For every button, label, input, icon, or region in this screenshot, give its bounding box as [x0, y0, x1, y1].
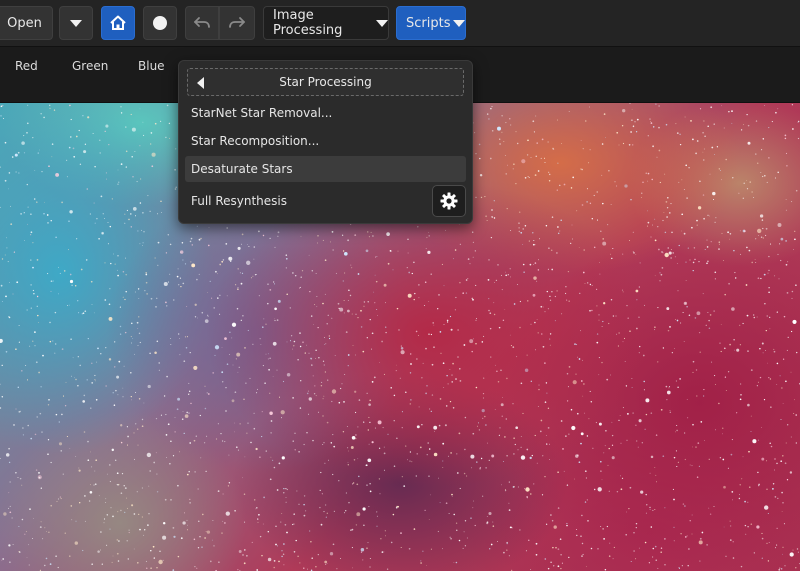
chevron-down-icon — [376, 19, 388, 27]
menu-item-label: Desaturate Stars — [191, 162, 293, 176]
home-icon — [110, 15, 126, 30]
redo-icon — [229, 17, 245, 28]
record-button[interactable] — [143, 6, 177, 40]
redo-button[interactable] — [219, 6, 255, 40]
home-button[interactable] — [101, 6, 135, 40]
app-window: Open Image Processing Scripts Red Green … — [0, 0, 800, 571]
menu-item-label: Star Recomposition... — [191, 134, 320, 148]
tab-green[interactable]: Green — [72, 59, 108, 73]
open-button[interactable]: Open — [0, 6, 53, 40]
chevron-down-icon — [453, 19, 466, 27]
menu-back-header[interactable]: Star Processing — [187, 68, 464, 96]
tab-blue[interactable]: Blue — [138, 59, 165, 73]
menu-item-label: StarNet Star Removal... — [191, 106, 333, 120]
star-processing-menu: Star Processing StarNet Star Removal... … — [178, 60, 473, 224]
main-toolbar: Open Image Processing Scripts — [0, 0, 800, 47]
gear-icon — [440, 192, 458, 210]
settings-button[interactable] — [432, 185, 466, 217]
undo-icon — [194, 17, 210, 28]
image-processing-menu-button[interactable]: Image Processing — [263, 6, 389, 40]
scripts-label: Scripts — [406, 15, 451, 31]
image-processing-label: Image Processing — [273, 8, 343, 38]
menu-item-desaturate-stars[interactable]: Desaturate Stars — [185, 156, 466, 182]
tab-red[interactable]: Red — [15, 59, 38, 73]
open-button-label: Open — [7, 15, 42, 31]
chevron-down-icon — [70, 19, 82, 27]
menu-item-label: Full Resynthesis — [191, 194, 288, 208]
menu-header-title: Star Processing — [279, 75, 372, 89]
undo-button[interactable] — [185, 6, 219, 40]
open-dropdown-button[interactable] — [59, 6, 93, 40]
back-arrow-icon — [197, 77, 204, 89]
menu-item-star-recomposition[interactable]: Star Recomposition... — [185, 128, 466, 154]
circle-icon — [153, 16, 167, 30]
scripts-menu-button[interactable]: Scripts — [396, 6, 466, 40]
menu-item-starnet-star-removal[interactable]: StarNet Star Removal... — [185, 100, 466, 126]
menu-item-full-resynthesis[interactable]: Full Resynthesis — [185, 188, 425, 214]
